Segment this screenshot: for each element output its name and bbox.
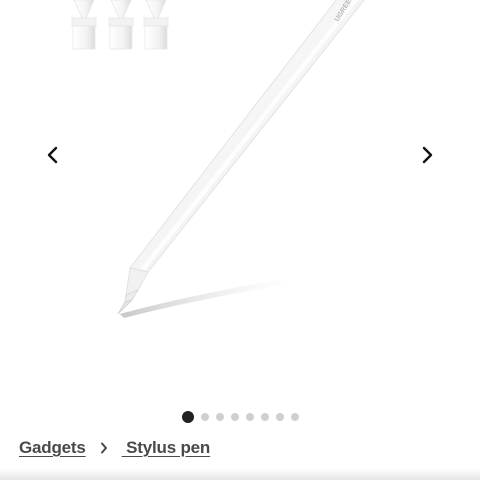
carousel-dot-3[interactable]: [216, 413, 224, 421]
chevron-left-icon: [47, 146, 58, 164]
product-image: UGREEN: [0, 0, 480, 400]
carousel-pagination: [182, 411, 299, 423]
carousel-dot-7[interactable]: [276, 413, 284, 421]
carousel-dot-6[interactable]: [261, 413, 269, 421]
carousel-dot-5[interactable]: [246, 413, 254, 421]
carousel-dot-2[interactable]: [201, 413, 209, 421]
carousel-next-button[interactable]: [412, 140, 442, 170]
chevron-right-icon: [100, 442, 108, 454]
stylus-pen-illustration: UGREEN: [71, 0, 365, 318]
product-page: UGREEN Gadgets Stylus pen: [0, 0, 480, 480]
breadcrumb: Gadgets Stylus pen: [19, 438, 210, 458]
carousel-dot-8[interactable]: [291, 413, 299, 421]
carousel-prev-button[interactable]: [38, 140, 68, 170]
carousel-dot-1[interactable]: [182, 411, 194, 423]
spare-tips: [71, 0, 169, 50]
chevron-right-icon: [422, 146, 433, 164]
breadcrumb-item-gadgets[interactable]: Gadgets: [19, 438, 86, 458]
bottom-divider: [0, 468, 480, 480]
carousel-dot-4[interactable]: [231, 413, 239, 421]
breadcrumb-item-stylus-pen[interactable]: Stylus pen: [122, 438, 210, 458]
